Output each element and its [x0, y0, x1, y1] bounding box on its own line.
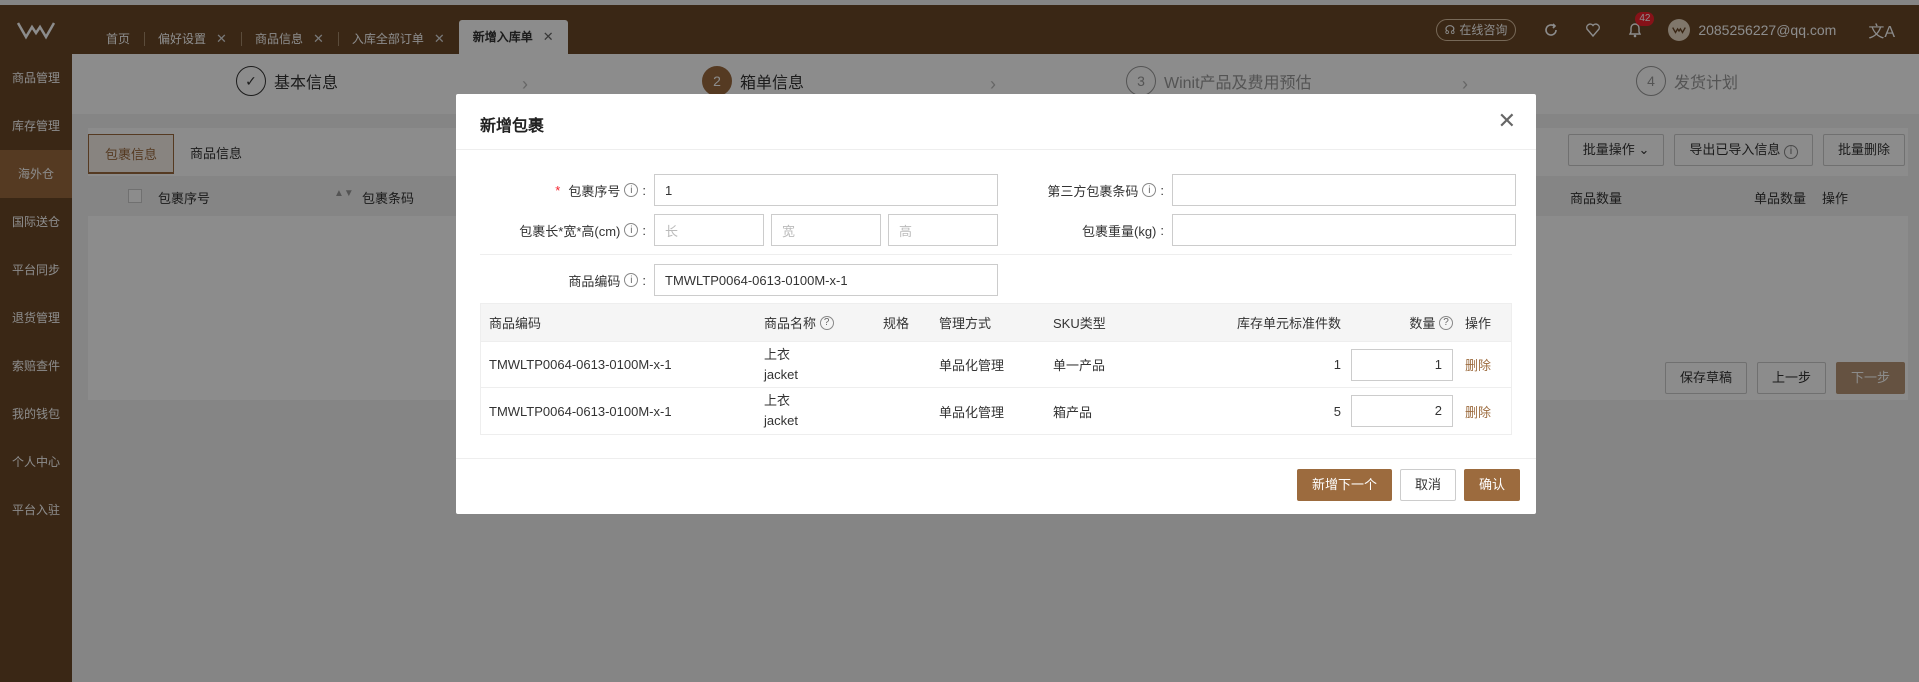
table-header: 商品编码 商品名称 ? 规格 管理方式 SKU类型 库存单元标准件数 数量 ? …	[481, 304, 1511, 342]
dialog-footer: 新增下一个 取消 确认	[456, 458, 1536, 514]
package-number-input[interactable]: 1	[654, 174, 998, 206]
dialog-title: 新增包裹	[480, 118, 545, 135]
required-mark: *	[555, 182, 561, 198]
delete-link[interactable]: 删除	[1465, 342, 1491, 387]
dialog-header: 新增包裹 ✕	[456, 94, 1536, 150]
sku-row: 商品编码 i: TMWLTP0064-0613-0100M-x-1	[480, 264, 998, 296]
quantity-input[interactable]: 1	[1351, 348, 1453, 381]
pkg-no-row: * 包裹序号 i: 1	[480, 174, 998, 206]
info-icon: i	[1142, 183, 1157, 197]
delete-link[interactable]: 删除	[1465, 388, 1491, 434]
close-icon[interactable]: ✕	[1498, 108, 1516, 134]
width-input[interactable]: 宽	[771, 214, 881, 246]
divider	[480, 254, 1512, 255]
package-weight-input[interactable]	[1172, 214, 1516, 246]
height-input[interactable]: 高	[888, 214, 998, 246]
cancel-button[interactable]: 取消	[1399, 469, 1456, 501]
help-icon: ?	[819, 315, 834, 330]
weight-row: 包裹重量(kg):	[996, 214, 1516, 246]
info-icon: i	[624, 273, 639, 287]
length-input[interactable]: 长	[654, 214, 764, 246]
table-row: TMWLTP0064-0613-0100M-x-1 上衣 jacket 单品化管理…	[481, 342, 1511, 388]
third-party-code-row: 第三方包裹条码 i:	[996, 174, 1516, 206]
add-package-dialog: 新增包裹 ✕ * 包裹序号 i: 1 第三方包裹条码 i: 包裹长*宽*高(cm)…	[456, 94, 1536, 514]
product-code-input[interactable]: TMWLTP0064-0613-0100M-x-1	[654, 264, 998, 296]
info-icon: i	[624, 183, 639, 197]
help-icon: ?	[1439, 315, 1453, 330]
table-row: TMWLTP0064-0613-0100M-x-1 上衣 jacket 单品化管理…	[481, 388, 1511, 434]
quantity-input[interactable]: 2	[1351, 395, 1453, 427]
confirm-button[interactable]: 确认	[1463, 469, 1520, 501]
product-table: 商品编码 商品名称 ? 规格 管理方式 SKU类型 库存单元标准件数 数量 ? …	[480, 303, 1512, 435]
dimensions-row: 包裹长*宽*高(cm) i: 长 宽 高	[480, 214, 998, 246]
third-party-barcode-input[interactable]	[1172, 174, 1516, 206]
add-next-button[interactable]: 新增下一个	[1296, 469, 1392, 501]
info-icon: i	[624, 223, 639, 237]
